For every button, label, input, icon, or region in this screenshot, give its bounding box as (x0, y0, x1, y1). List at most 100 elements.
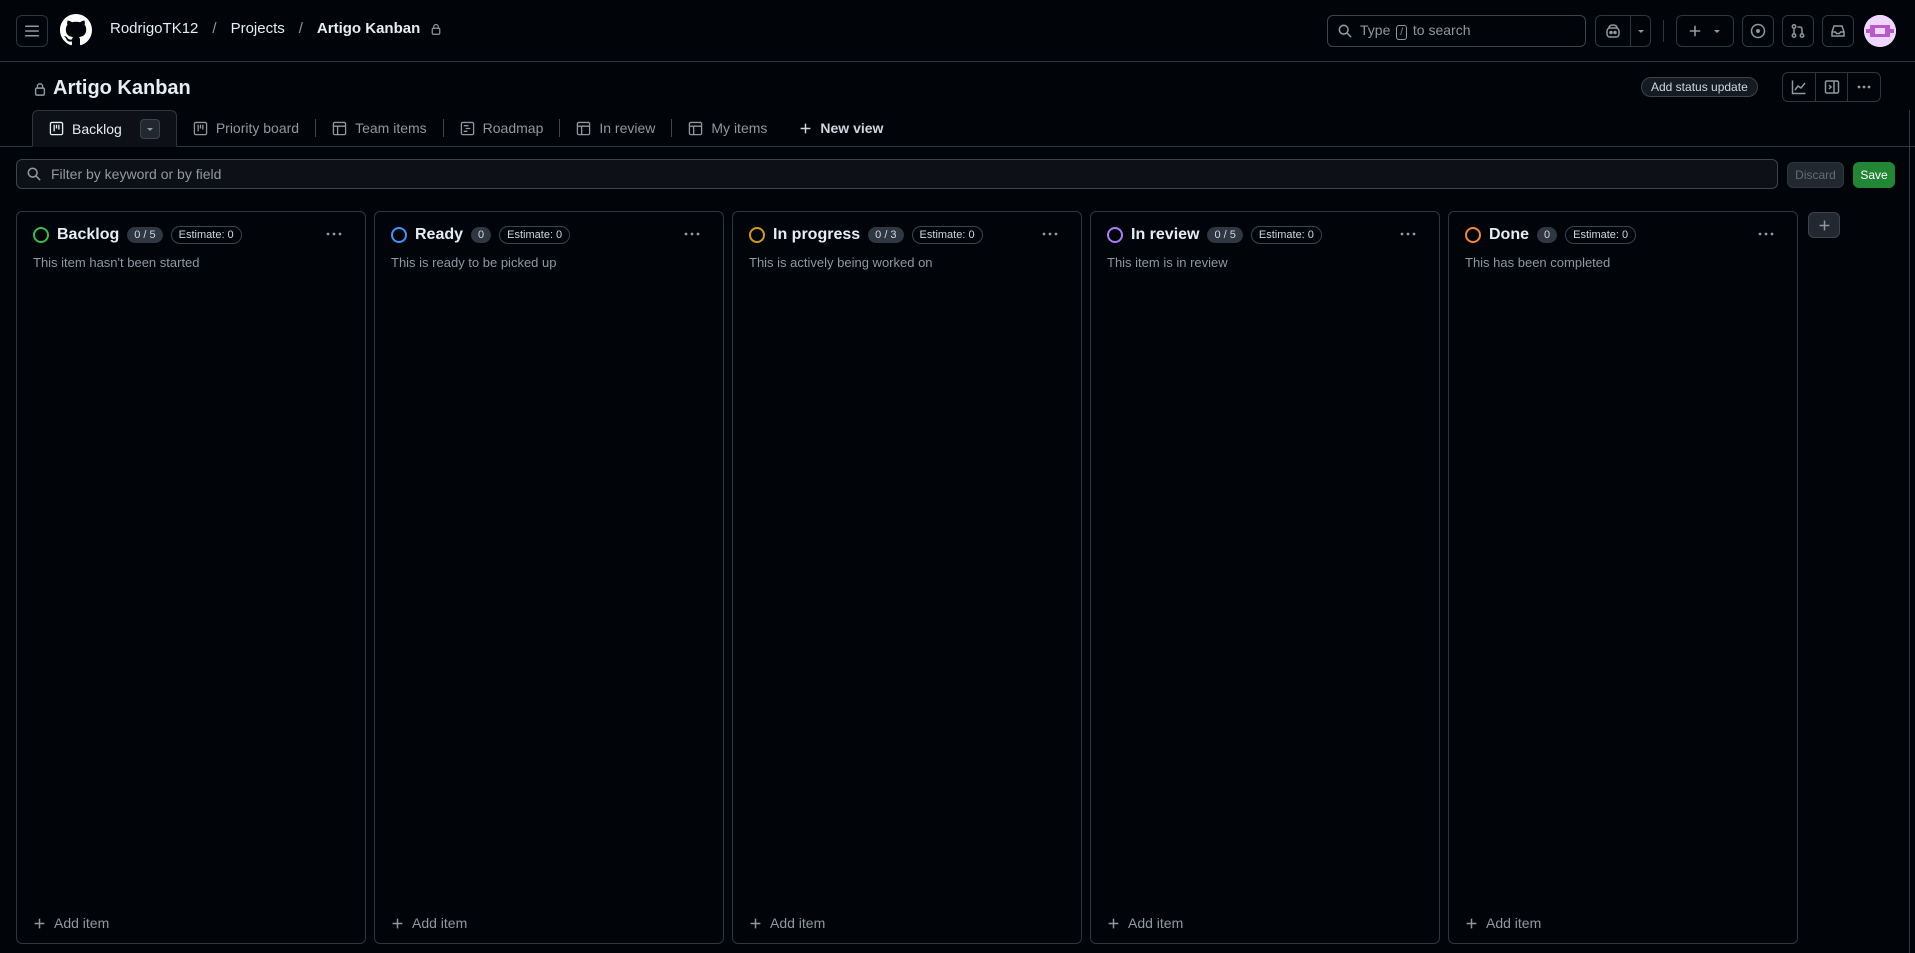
column-menu-button[interactable] (1399, 226, 1417, 247)
column-header: Done 0 Estimate: 0 (1465, 226, 1637, 244)
column-estimate-badge: Estimate: 0 (1565, 226, 1637, 244)
add-status-update-button[interactable]: Add status update (1641, 77, 1758, 97)
more-options-button[interactable] (1847, 73, 1880, 101)
column-title: In progress (773, 226, 861, 243)
add-item-button[interactable]: Add item (33, 915, 109, 931)
side-panel-button[interactable] (1814, 73, 1848, 101)
copilot-button[interactable] (1596, 16, 1630, 46)
kebab-horizontal-icon (1042, 232, 1058, 236)
avatar-identicon-icon (1864, 15, 1896, 47)
add-item-button[interactable]: Add item (1465, 915, 1541, 931)
tab-roadmap[interactable]: Roadmap (444, 110, 560, 146)
status-circle-icon (33, 227, 49, 243)
toolbar-divider (1663, 20, 1664, 42)
breadcrumb-projects[interactable]: Projects (227, 20, 289, 37)
column-count-badge: 0 / 3 (868, 227, 904, 243)
save-button[interactable]: Save (1853, 162, 1895, 188)
column-menu-button[interactable] (1757, 226, 1775, 247)
kebab-horizontal-icon (684, 232, 700, 236)
inbox-button[interactable] (1822, 15, 1854, 47)
column-estimate-badge: Estimate: 0 (170, 226, 242, 244)
column-count-badge: 0 / 5 (1207, 227, 1243, 243)
column-title: Done (1489, 226, 1529, 243)
plus-icon (392, 918, 403, 928)
plus-icon (1466, 918, 1477, 928)
tab-my-items[interactable]: My items (672, 110, 783, 146)
tab-label: Backlog (72, 120, 122, 137)
column-header: Ready 0 Estimate: 0 (391, 226, 571, 244)
view-options-dropdown[interactable] (139, 118, 160, 139)
inbox-icon (1831, 25, 1845, 37)
column-title: Ready (415, 226, 464, 243)
hamburger-menu-button[interactable] (16, 15, 48, 47)
filter-input[interactable]: Filter by keyword or by field (16, 159, 1778, 189)
create-new-button[interactable] (1676, 15, 1734, 47)
pull-requests-button[interactable] (1782, 15, 1814, 47)
board-column-in-progress: In progress 0 / 3 Estimate: 0 This is ac… (732, 211, 1082, 944)
search-suffix: to search (1412, 22, 1471, 38)
column-menu-button[interactable] (1041, 226, 1059, 247)
column-description: This is actively being worked on (749, 255, 933, 270)
tab-in-review[interactable]: In review (560, 110, 671, 146)
search-prefix: Type (1360, 22, 1391, 38)
tab-priority-board[interactable]: Priority board (177, 110, 315, 146)
view-tabs: Backlog Priority board Team items Roadma… (0, 110, 1915, 147)
add-item-button[interactable]: Add item (749, 915, 825, 931)
table-icon (689, 121, 703, 135)
breadcrumb-owner[interactable]: RodrigoTK12 (106, 20, 202, 37)
tab-label: In review (599, 120, 656, 136)
kebab-horizontal-icon (1758, 232, 1774, 236)
plus-icon (1819, 220, 1829, 230)
discard-button[interactable]: Discard (1787, 162, 1844, 188)
lock-icon (34, 82, 46, 96)
tab-team-items[interactable]: Team items (316, 110, 443, 146)
breadcrumb-separator: / (212, 20, 217, 37)
lock-icon (431, 23, 441, 35)
github-logo-icon[interactable] (60, 14, 92, 46)
column-menu-button[interactable] (325, 226, 343, 247)
column-menu-button[interactable] (683, 226, 701, 247)
copilot-dropdown-button[interactable] (1630, 16, 1650, 46)
new-view-button[interactable]: New view (783, 110, 899, 146)
tab-backlog[interactable]: Backlog (32, 110, 177, 147)
search-input[interactable]: Type / to search (1327, 15, 1586, 47)
column-description: This item hasn't been started (33, 255, 200, 270)
kebab-horizontal-icon (1857, 85, 1871, 89)
breadcrumb-project[interactable]: Artigo Kanban (313, 20, 424, 37)
search-icon (1338, 24, 1352, 38)
insights-button[interactable] (1783, 73, 1815, 101)
tab-label: Roadmap (482, 120, 544, 136)
roadmap-icon (460, 121, 474, 135)
add-item-button[interactable]: Add item (1107, 915, 1183, 931)
tab-label: Team items (355, 120, 427, 136)
add-item-label: Add item (54, 915, 110, 931)
add-column-button[interactable] (1808, 212, 1840, 238)
kebab-horizontal-icon (326, 232, 342, 236)
plus-icon (34, 918, 45, 928)
search-icon (27, 167, 41, 181)
column-title: In review (1131, 226, 1200, 243)
breadcrumb: RodrigoTK12 / Projects / Artigo Kanban (106, 20, 442, 37)
status-circle-icon (1465, 227, 1481, 243)
add-item-button[interactable]: Add item (391, 915, 467, 931)
table-icon (577, 121, 591, 135)
graph-icon (1791, 80, 1806, 95)
add-item-label: Add item (412, 915, 468, 931)
kebab-horizontal-icon (1400, 232, 1416, 236)
issues-button[interactable] (1742, 15, 1774, 47)
column-header: In review 0 / 5 Estimate: 0 (1107, 226, 1322, 244)
project-title-text: Artigo Kanban (53, 77, 191, 99)
board-column-backlog: Backlog 0 / 5 Estimate: 0 This item hasn… (16, 211, 366, 944)
project-tools-group (1782, 72, 1881, 102)
status-circle-icon (749, 227, 765, 243)
chevron-down-icon (1637, 30, 1644, 33)
column-count-badge: 0 (471, 227, 492, 243)
column-header: In progress 0 / 3 Estimate: 0 (749, 226, 983, 244)
user-avatar[interactable] (1864, 15, 1896, 47)
sidebar-expand-icon (1824, 80, 1839, 94)
add-item-label: Add item (1128, 915, 1184, 931)
hamburger-icon (25, 25, 39, 37)
column-title: Backlog (57, 226, 120, 243)
issue-opened-icon (1750, 23, 1766, 39)
board-column-done: Done 0 Estimate: 0 This has been complet… (1448, 211, 1798, 944)
